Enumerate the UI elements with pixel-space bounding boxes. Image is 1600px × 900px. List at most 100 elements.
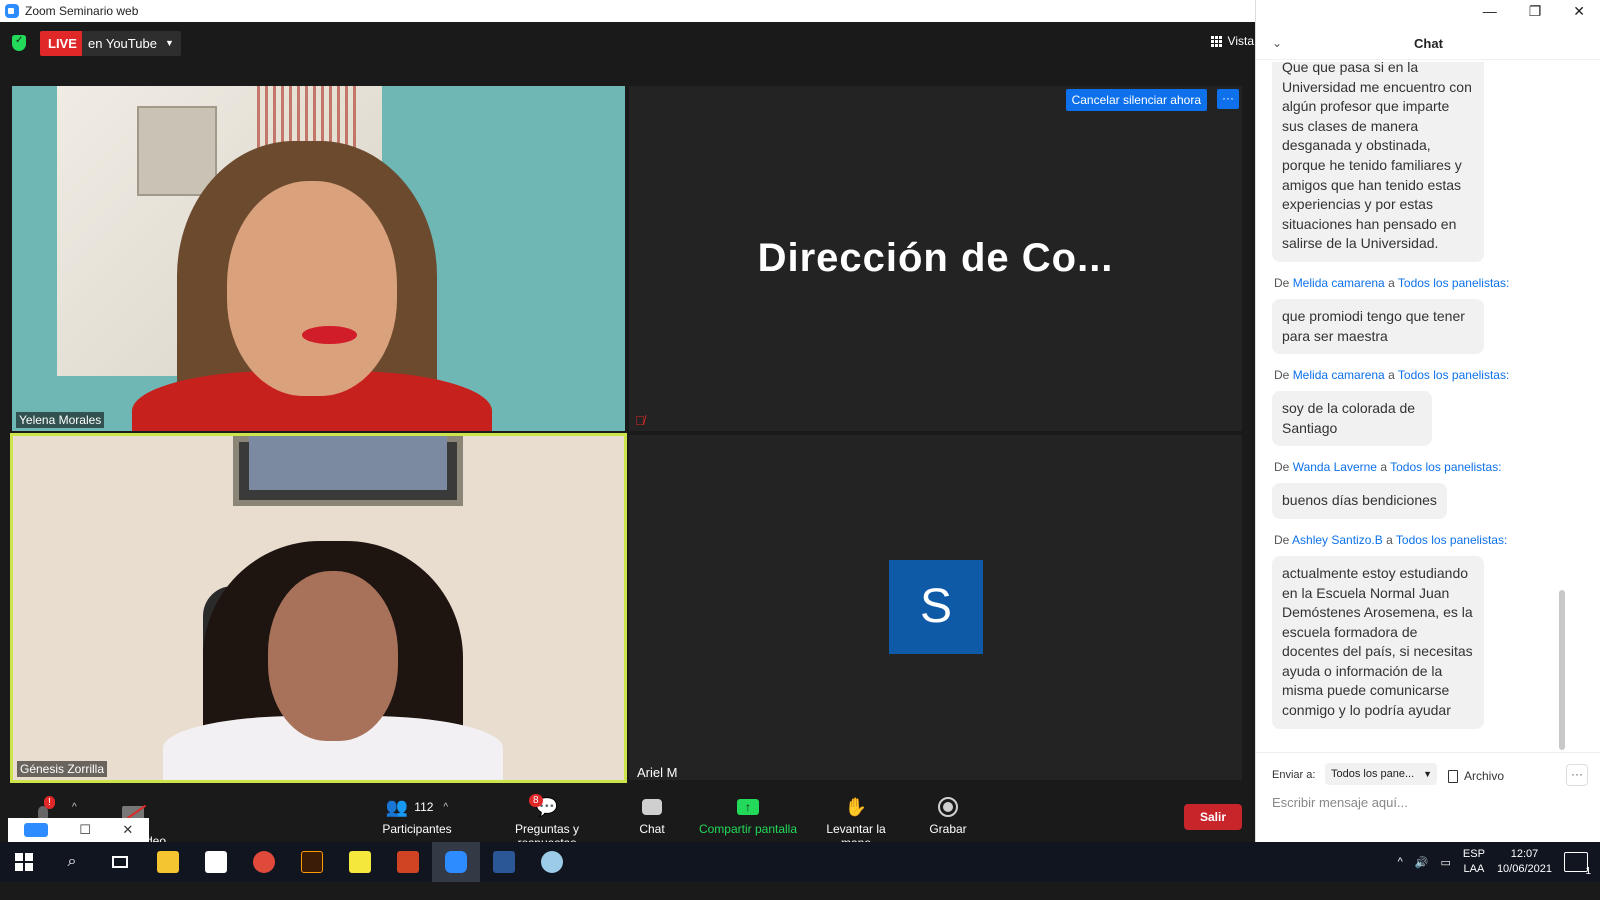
chat-more-button[interactable]: ··· — [1566, 764, 1588, 786]
sender-name[interactable]: Wanda Laverne — [1293, 460, 1377, 474]
maximize-button[interactable]: ❐ — [1529, 3, 1542, 20]
share-screen-button[interactable]: ↑ Compartir pantalla — [697, 796, 799, 836]
close-button[interactable]: ✕ — [1573, 3, 1585, 20]
record-label: Grabar — [929, 822, 967, 836]
cancel-mute-button[interactable]: Cancelar silenciar ahora — [1065, 89, 1207, 111]
share-screen-icon: ↑ — [737, 799, 759, 815]
recipient: Todos los panelistas: — [1397, 368, 1510, 383]
chevron-up-icon[interactable]: ^ — [72, 802, 77, 813]
participants-button[interactable]: 👥 112 ^ Participantes — [380, 796, 454, 837]
taskbar-word[interactable] — [480, 842, 528, 882]
chat-message: Que que pasa si en la Universidad me enc… — [1272, 62, 1572, 262]
file-icon — [1448, 769, 1458, 783]
chevron-down-icon: ▼ — [1423, 769, 1432, 779]
send-to-label: Enviar a: — [1272, 769, 1316, 781]
participants-icon: 👥 — [385, 796, 409, 817]
video-tile-genesis-active-speaker[interactable]: Génesis Zorrilla — [10, 433, 627, 783]
taskbar-powerpoint[interactable] — [384, 842, 432, 882]
chat-message: De Melida camarena a Todos los panelista… — [1272, 275, 1572, 355]
language-indicator[interactable]: ESP LAA — [1463, 847, 1485, 877]
participant-name: Yelena Morales — [16, 412, 105, 428]
chat-message: De Ashley Santizo.B a Todos los panelist… — [1272, 533, 1572, 729]
zoom-mini-icon[interactable] — [23, 823, 48, 837]
chevron-up-icon[interactable]: ^ — [1398, 856, 1403, 868]
mini-window-controls: ☐ ✕ — [8, 818, 149, 842]
sender-name[interactable]: Ashley Santizo.B — [1292, 533, 1383, 547]
video-tile-yelena[interactable]: Yelena Morales — [12, 86, 625, 431]
chat-scrollbar[interactable] — [1559, 590, 1565, 750]
network-icon[interactable]: ▭ — [1441, 856, 1451, 869]
live-badge: LIVE — [40, 31, 85, 56]
chat-button[interactable]: Chat — [632, 796, 672, 836]
store-icon — [205, 851, 227, 873]
video-tile-direccion[interactable]: Cancelar silenciar ahora ··· Dirección d… — [629, 86, 1242, 431]
windows-icon — [15, 853, 33, 871]
system-tray: ^ 🔊 ▭ ESP LAA 12:07 10/06/2021 1 — [1398, 842, 1600, 882]
chevron-up-icon[interactable]: ^ — [443, 802, 448, 813]
zoom-app-icon — [5, 4, 19, 18]
title-bar: Zoom Seminario web — [0, 0, 1280, 22]
chat-messages: Que que pasa si en la Universidad me enc… — [1272, 62, 1572, 752]
taskbar-explorer[interactable] — [144, 842, 192, 882]
message-sender-line: De Melida camarena a Todos los panelista… — [1274, 368, 1510, 383]
clock[interactable]: 12:07 10/06/2021 — [1497, 847, 1552, 877]
minimize-button[interactable]: — — [1483, 3, 1497, 19]
record-button[interactable]: Grabar — [928, 796, 968, 836]
send-to-dropdown[interactable]: Todos los pane... ▼ — [1325, 763, 1437, 785]
tile-more-button[interactable]: ··· — [1217, 89, 1239, 109]
participant-display-name: Dirección de Co... — [757, 236, 1114, 280]
participants-count: 112 — [414, 800, 434, 814]
message-input[interactable]: Escribir mensaje aquí... — [1272, 795, 1408, 810]
chat-label: Chat — [639, 822, 665, 836]
message-sender-line: De Wanda Laverne a Todos los panelistas: — [1274, 460, 1502, 475]
taskbar-paint[interactable] — [528, 842, 576, 882]
avatar: S — [889, 560, 983, 654]
taskbar-illustrator[interactable] — [288, 842, 336, 882]
word-icon — [493, 851, 515, 873]
sticky-notes-icon — [349, 851, 371, 873]
taskbar-store[interactable] — [192, 842, 240, 882]
chat-title: Chat — [1414, 36, 1443, 51]
message-sender-line: De Melida camarena a Todos los panelista… — [1274, 275, 1510, 290]
search-icon: ⌕ — [67, 853, 77, 870]
participants-label: Participantes — [382, 822, 452, 836]
meeting-topbar: LIVE en YouTube ▼ Vista — [0, 22, 1280, 66]
recipient: Todos los panelistas: — [1397, 275, 1510, 290]
participant-name: Génesis Zorrilla — [17, 761, 108, 777]
security-shield-icon[interactable] — [12, 35, 26, 51]
qa-badge: 8 — [529, 794, 543, 807]
message-bubble: actualmente estoy estudiando en la Escue… — [1272, 555, 1484, 729]
file-button[interactable]: Archivo — [1448, 769, 1504, 783]
hand-icon: ✋ — [844, 796, 868, 817]
message-sender-line: De Ashley Santizo.B a Todos los panelist… — [1274, 532, 1508, 547]
chat-header: ⌄ Chat — [1256, 30, 1600, 60]
grid-view-icon — [1210, 35, 1222, 47]
chat-message: De Wanda Laverne a Todos los panelistas:… — [1272, 460, 1572, 519]
taskbar-zoom[interactable] — [432, 842, 480, 882]
restore-icon[interactable]: ☐ — [79, 822, 91, 838]
video-tile-ariel[interactable]: S Ariel M — [629, 435, 1242, 780]
search-button[interactable]: ⌕ — [48, 842, 96, 882]
close-icon[interactable]: ✕ — [122, 822, 133, 838]
view-button[interactable]: Vista — [1210, 34, 1254, 48]
window-controls: — ❐ ✕ — [1256, 0, 1600, 22]
task-view-button[interactable] — [96, 842, 144, 882]
leave-button[interactable]: Salir — [1184, 804, 1242, 830]
notifications-button[interactable]: 1 — [1564, 852, 1591, 877]
message-bubble: soy de la colorada de Santiago — [1272, 391, 1432, 447]
chrome-icon — [253, 851, 275, 873]
taskbar-chrome[interactable] — [240, 842, 288, 882]
meeting-area: LIVE en YouTube ▼ Vista Yelena Morales C… — [0, 22, 1280, 858]
message-bubble: que promiodi tengo que tener para ser ma… — [1272, 298, 1484, 355]
taskbar-sticky-notes[interactable] — [336, 842, 384, 882]
sender-name[interactable]: Melida camarena — [1293, 276, 1385, 290]
volume-icon[interactable]: 🔊 — [1415, 856, 1429, 869]
chat-message: De Melida camarena a Todos los panelista… — [1272, 368, 1572, 447]
start-button[interactable] — [0, 842, 48, 882]
muted-mic-icon: 🎙̸ — [635, 413, 645, 428]
recipient: Todos los panelistas: — [1390, 460, 1502, 475]
powerpoint-icon — [397, 851, 419, 873]
live-stream-dropdown[interactable]: en YouTube ▼ — [82, 31, 181, 56]
sender-name[interactable]: Melida camarena — [1293, 368, 1385, 382]
file-label: Archivo — [1464, 769, 1505, 783]
